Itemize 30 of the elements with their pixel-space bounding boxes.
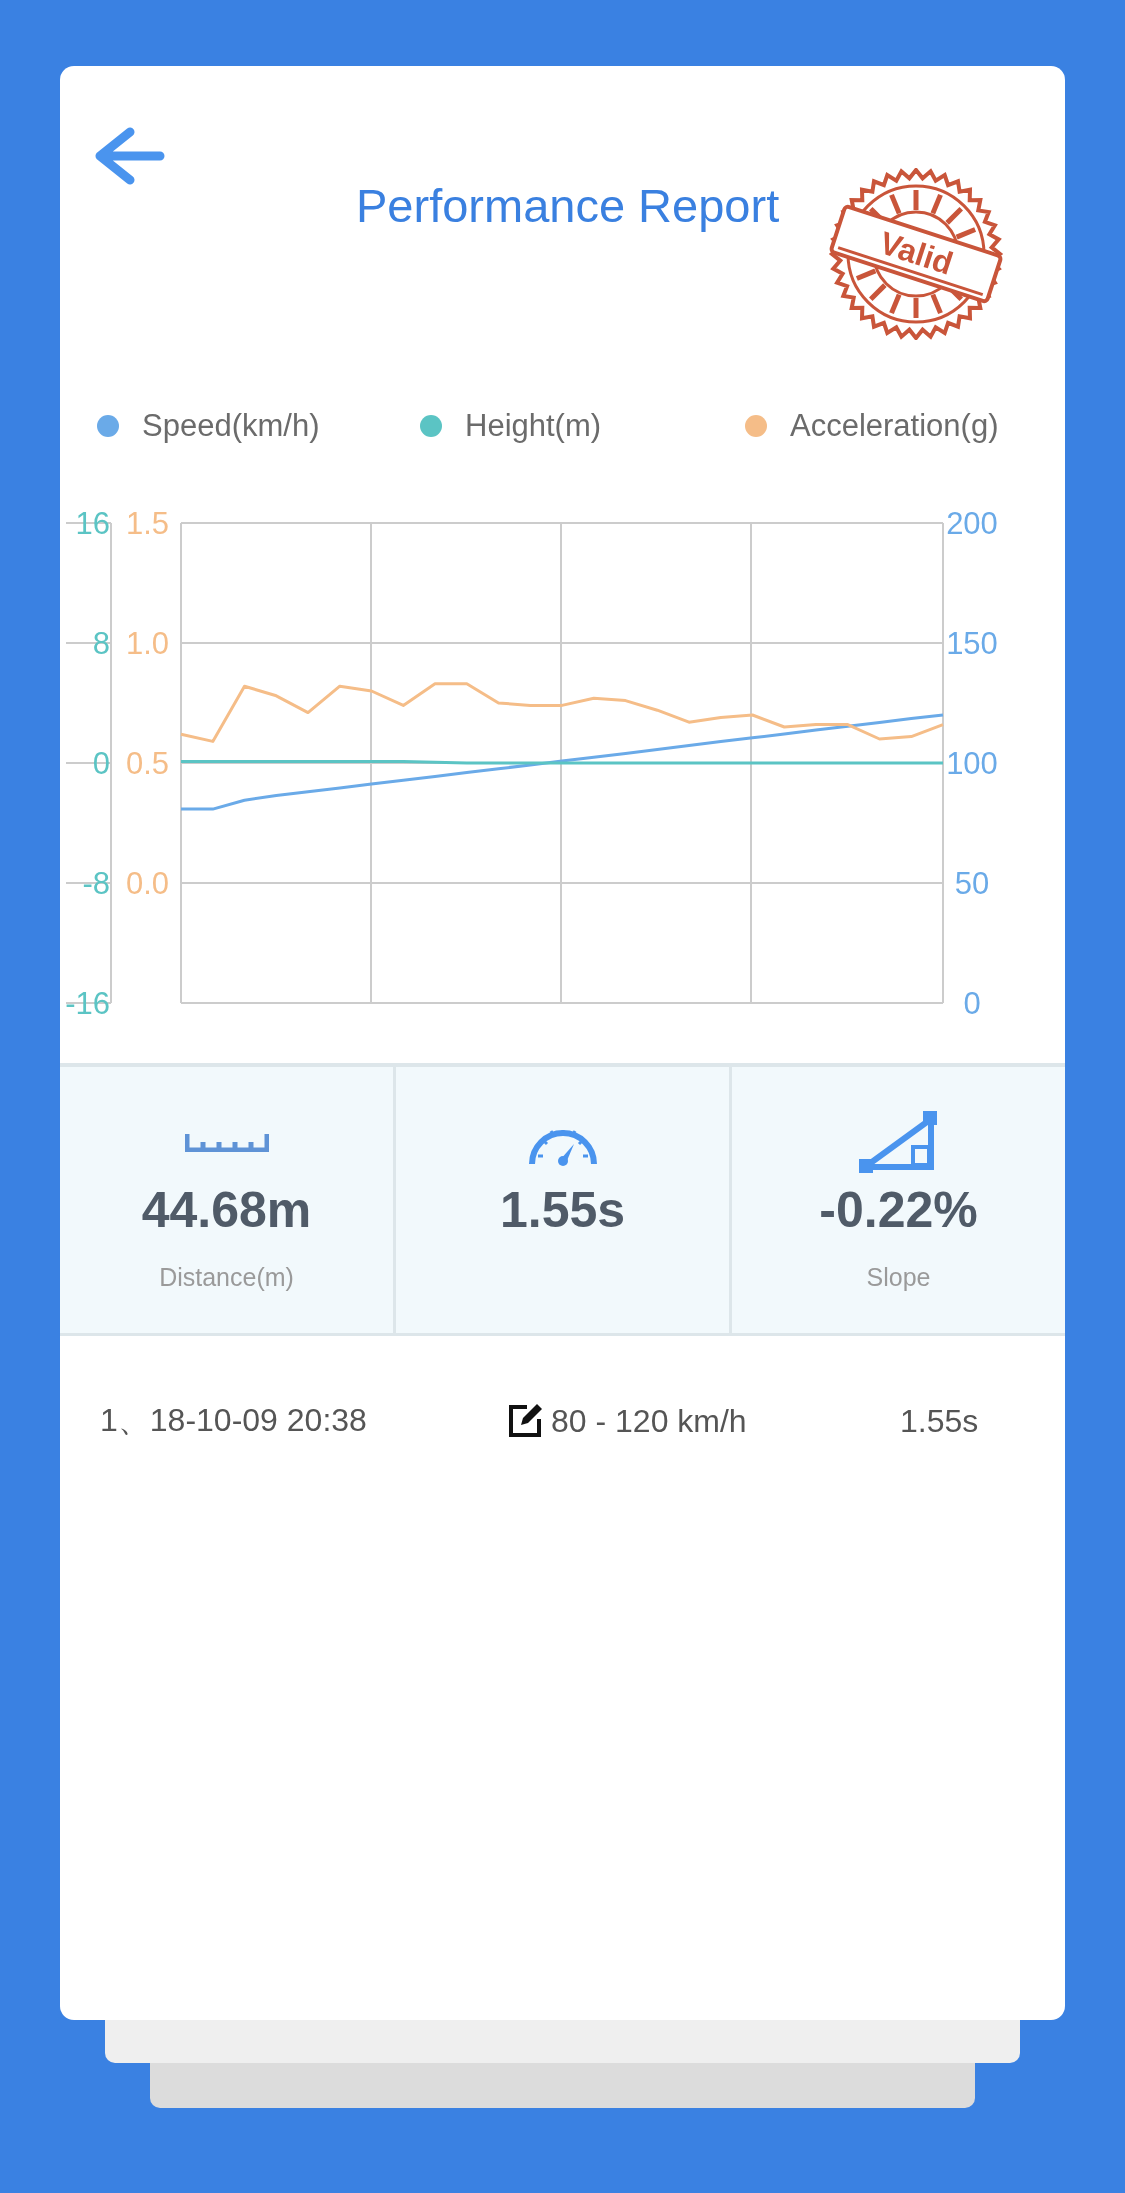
axis-tick-label: 100 xyxy=(946,746,998,781)
axis-tick-label: 0 xyxy=(92,746,110,781)
axis-tick-label: 150 xyxy=(946,626,998,661)
stat-value: -0.22% xyxy=(819,1181,978,1239)
stat-value: 44.68m xyxy=(141,1181,312,1239)
stat-value: 1.55s xyxy=(499,1181,626,1239)
speed-range: 80 - 120 km/h xyxy=(551,1402,747,1440)
axis-tick-label: 0 xyxy=(963,986,981,1016)
ruler-icon xyxy=(184,1132,269,1152)
axis-tick-label: 0.5 xyxy=(126,746,170,781)
axis-tick-label: 1.5 xyxy=(126,506,170,541)
stat-label: Slope xyxy=(866,1263,931,1292)
legend-label: Height(m) xyxy=(465,408,602,444)
stamp-label: Valid xyxy=(875,224,958,282)
legend-label: Speed(km/h) xyxy=(142,408,320,444)
axis-tick-label: 8 xyxy=(92,626,110,661)
axis-tick-label: -8 xyxy=(82,866,110,901)
page-title: Performance Report xyxy=(356,178,781,233)
axis-tick-label: -16 xyxy=(65,986,110,1016)
axis-tick-label: 1.0 xyxy=(126,626,170,661)
slope-icon xyxy=(858,1109,939,1175)
edit-icon[interactable] xyxy=(507,1403,543,1439)
axis-tick-label: 200 xyxy=(946,506,998,541)
axis-tick-label: 16 xyxy=(75,506,110,541)
stat-label: Distance(m) xyxy=(159,1263,294,1292)
record-date: 1、18-10-09 20:38 xyxy=(100,1401,368,1440)
axis-tick-label: 50 xyxy=(954,866,990,901)
record-time: 1.55s xyxy=(900,1402,979,1440)
axis-tick-label: 0.0 xyxy=(126,866,170,901)
legend-label: Acceleration(g) xyxy=(790,408,999,444)
